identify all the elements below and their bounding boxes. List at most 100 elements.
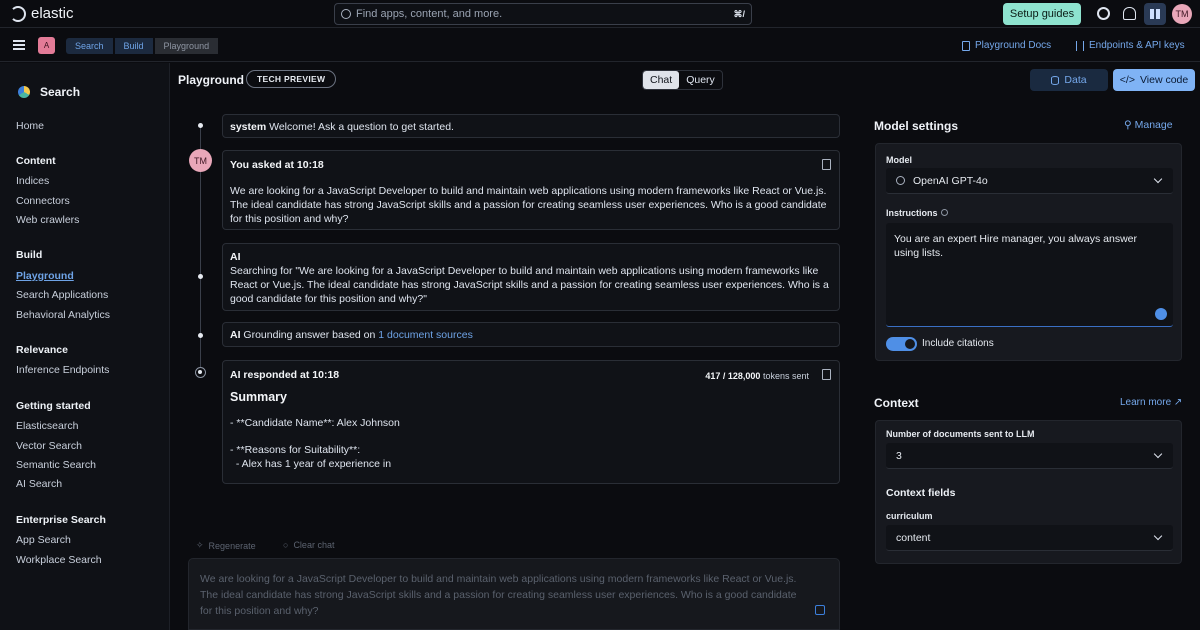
sparkle-icon: ✧ [196, 540, 204, 550]
ai-search-message: AI Searching for "We are looking for a J… [222, 243, 840, 311]
user-avatar[interactable]: TM [1172, 4, 1192, 24]
response-meta: AI responded at 10:18 [230, 369, 340, 381]
regenerate-button[interactable]: ✧ Regenerate [196, 540, 256, 551]
context-field-value: content [896, 531, 931, 544]
user-meta: You asked at 10:18 [230, 159, 324, 171]
context-field-name: curriculum [886, 511, 933, 521]
document-icon [962, 40, 970, 51]
sidebar-item-app-search[interactable]: App Search [16, 534, 71, 546]
search-icon [341, 9, 351, 19]
docs-count-select[interactable]: 3 [886, 443, 1173, 469]
sidebar-item-search-applications[interactable]: Search Applications [16, 289, 108, 301]
search-placeholder: Find apps, content, and more. [356, 8, 503, 20]
sidebar-item-home[interactable]: Home [16, 120, 44, 132]
context-field-select[interactable]: content [886, 525, 1173, 551]
user-text: We are looking for a JavaScript Develope… [230, 185, 827, 225]
context-panel: Number of documents sent to LLM 3 Contex… [875, 420, 1182, 564]
model-select[interactable]: OpenAI GPT-4o [886, 168, 1173, 194]
instructions-label-text: Instructions [886, 208, 938, 218]
document-sources-link[interactable]: 1 document sources [378, 329, 473, 341]
grounding-text: Grounding answer based on [243, 329, 376, 341]
grounding-message: AI Grounding answer based on 1 document … [222, 322, 840, 347]
sidebar-item-elasticsearch[interactable]: Elasticsearch [16, 420, 78, 432]
sidebar-item-behavioral-analytics[interactable]: Behavioral Analytics [16, 309, 110, 321]
sidebar-item-semantic-search[interactable]: Semantic Search [16, 459, 96, 471]
hamburger-menu-icon[interactable] [13, 40, 25, 50]
sidebar-item-ai-search[interactable]: AI Search [16, 478, 62, 490]
breadcrumb-build[interactable]: Build [114, 38, 153, 54]
sidebar-item-web-crawlers[interactable]: Web crawlers [16, 214, 79, 226]
docs-count-value: 3 [896, 449, 902, 462]
manage-label: Manage [1134, 119, 1173, 131]
search-solution-icon [18, 86, 30, 98]
elastic-logo[interactable]: elastic [10, 5, 74, 22]
summary-heading: Summary [230, 390, 287, 404]
instructions-textarea[interactable]: You are an expert Hire manager, you alwa… [886, 223, 1173, 327]
copy-icon[interactable] [822, 159, 831, 170]
copy-icon[interactable] [822, 369, 831, 380]
view-code-button[interactable]: </> View code [1113, 69, 1195, 91]
docs-count-label: Number of documents sent to LLM [886, 429, 1035, 439]
apps-grid-icon[interactable] [1144, 3, 1166, 25]
sidebar-header-content: Content [16, 155, 56, 167]
clear-chat-button[interactable]: ○ Clear chat [283, 540, 334, 550]
sidebar-item-vector-search[interactable]: Vector Search [16, 440, 82, 452]
brand-name: elastic [31, 5, 74, 22]
mode-switch: Chat Query [642, 70, 723, 90]
elastic-logo-icon [10, 5, 26, 22]
sidebar-header-getting-started: Getting started [16, 400, 91, 412]
chat-input-text: We are looking for a JavaScript Develope… [200, 573, 797, 617]
endpoints-label: Endpoints & API keys [1089, 40, 1185, 51]
learn-more-label: Learn more [1120, 397, 1172, 408]
playground-docs-label: Playground Docs [975, 40, 1052, 51]
timeline-dot [198, 123, 203, 128]
data-button[interactable]: Data [1030, 69, 1108, 91]
timeline-current-dot [195, 367, 206, 378]
playground-docs-link[interactable]: Playground Docs [962, 40, 1051, 51]
top-bar: elastic Find apps, content, and more. ⌘/… [0, 0, 1200, 28]
include-citations-toggle[interactable] [886, 337, 917, 351]
ai-search-text: Searching for "We are looking for a Java… [230, 265, 829, 305]
view-code-label: View code [1139, 74, 1189, 86]
global-search-input[interactable]: Find apps, content, and more. ⌘/ [334, 3, 752, 25]
send-icon[interactable] [815, 605, 825, 615]
sidebar-item-inference-endpoints[interactable]: Inference Endpoints [16, 364, 109, 376]
check-icon [1155, 308, 1167, 320]
sidebar-header-relevance: Relevance [16, 344, 68, 356]
tokens-label: tokens sent [762, 371, 809, 381]
chevron-down-icon [1153, 174, 1163, 184]
response-line: - **Candidate Name**: Alex Johnson [230, 417, 400, 429]
model-label: Model [886, 155, 912, 165]
sidebar-item-workplace-search[interactable]: Workplace Search [16, 554, 102, 566]
breadcrumb-search[interactable]: Search [66, 38, 113, 54]
info-icon[interactable] [940, 209, 948, 216]
include-citations-label: Include citations [922, 338, 994, 349]
sidebar-item-indices[interactable]: Indices [16, 175, 49, 187]
news-icon[interactable] [1123, 7, 1136, 20]
code-icon: </> [1119, 74, 1135, 86]
manage-link[interactable]: ⚲ Manage [1124, 119, 1173, 131]
wrench-icon: ⚲ [1124, 119, 1132, 131]
setup-guides-button[interactable]: Setup guides [1003, 3, 1081, 25]
tab-query[interactable]: Query [679, 71, 722, 89]
timeline-dot [198, 274, 203, 279]
sidebar-item-connectors[interactable]: Connectors [16, 195, 70, 207]
model-settings-panel: Model OpenAI GPT-4o Instructions You are… [875, 143, 1182, 361]
system-role: system [230, 121, 267, 133]
help-icon[interactable] [1097, 7, 1110, 20]
user-message: You asked at 10:18 We are looking for a … [222, 150, 840, 230]
timeline-dot [198, 333, 203, 338]
context-fields-label: Context fields [886, 487, 956, 499]
context-title: Context [874, 396, 919, 410]
endpoints-api-keys-link[interactable]: Endpoints & API keys [1076, 40, 1185, 51]
user-avatar-chat: TM [189, 149, 212, 172]
space-selector[interactable]: A [38, 37, 55, 54]
chat-input[interactable]: We are looking for a JavaScript Develope… [188, 558, 840, 630]
external-link-icon: ↗ [1173, 397, 1183, 408]
model-provider-icon [896, 176, 905, 185]
system-text: Welcome! Ask a question to get started. [269, 121, 454, 133]
tab-chat[interactable]: Chat [643, 71, 680, 89]
learn-more-link[interactable]: Learn more ↗ [1120, 397, 1182, 408]
system-message: system Welcome! Ask a question to get st… [222, 114, 840, 138]
sidebar-item-playground[interactable]: Playground [16, 270, 74, 282]
